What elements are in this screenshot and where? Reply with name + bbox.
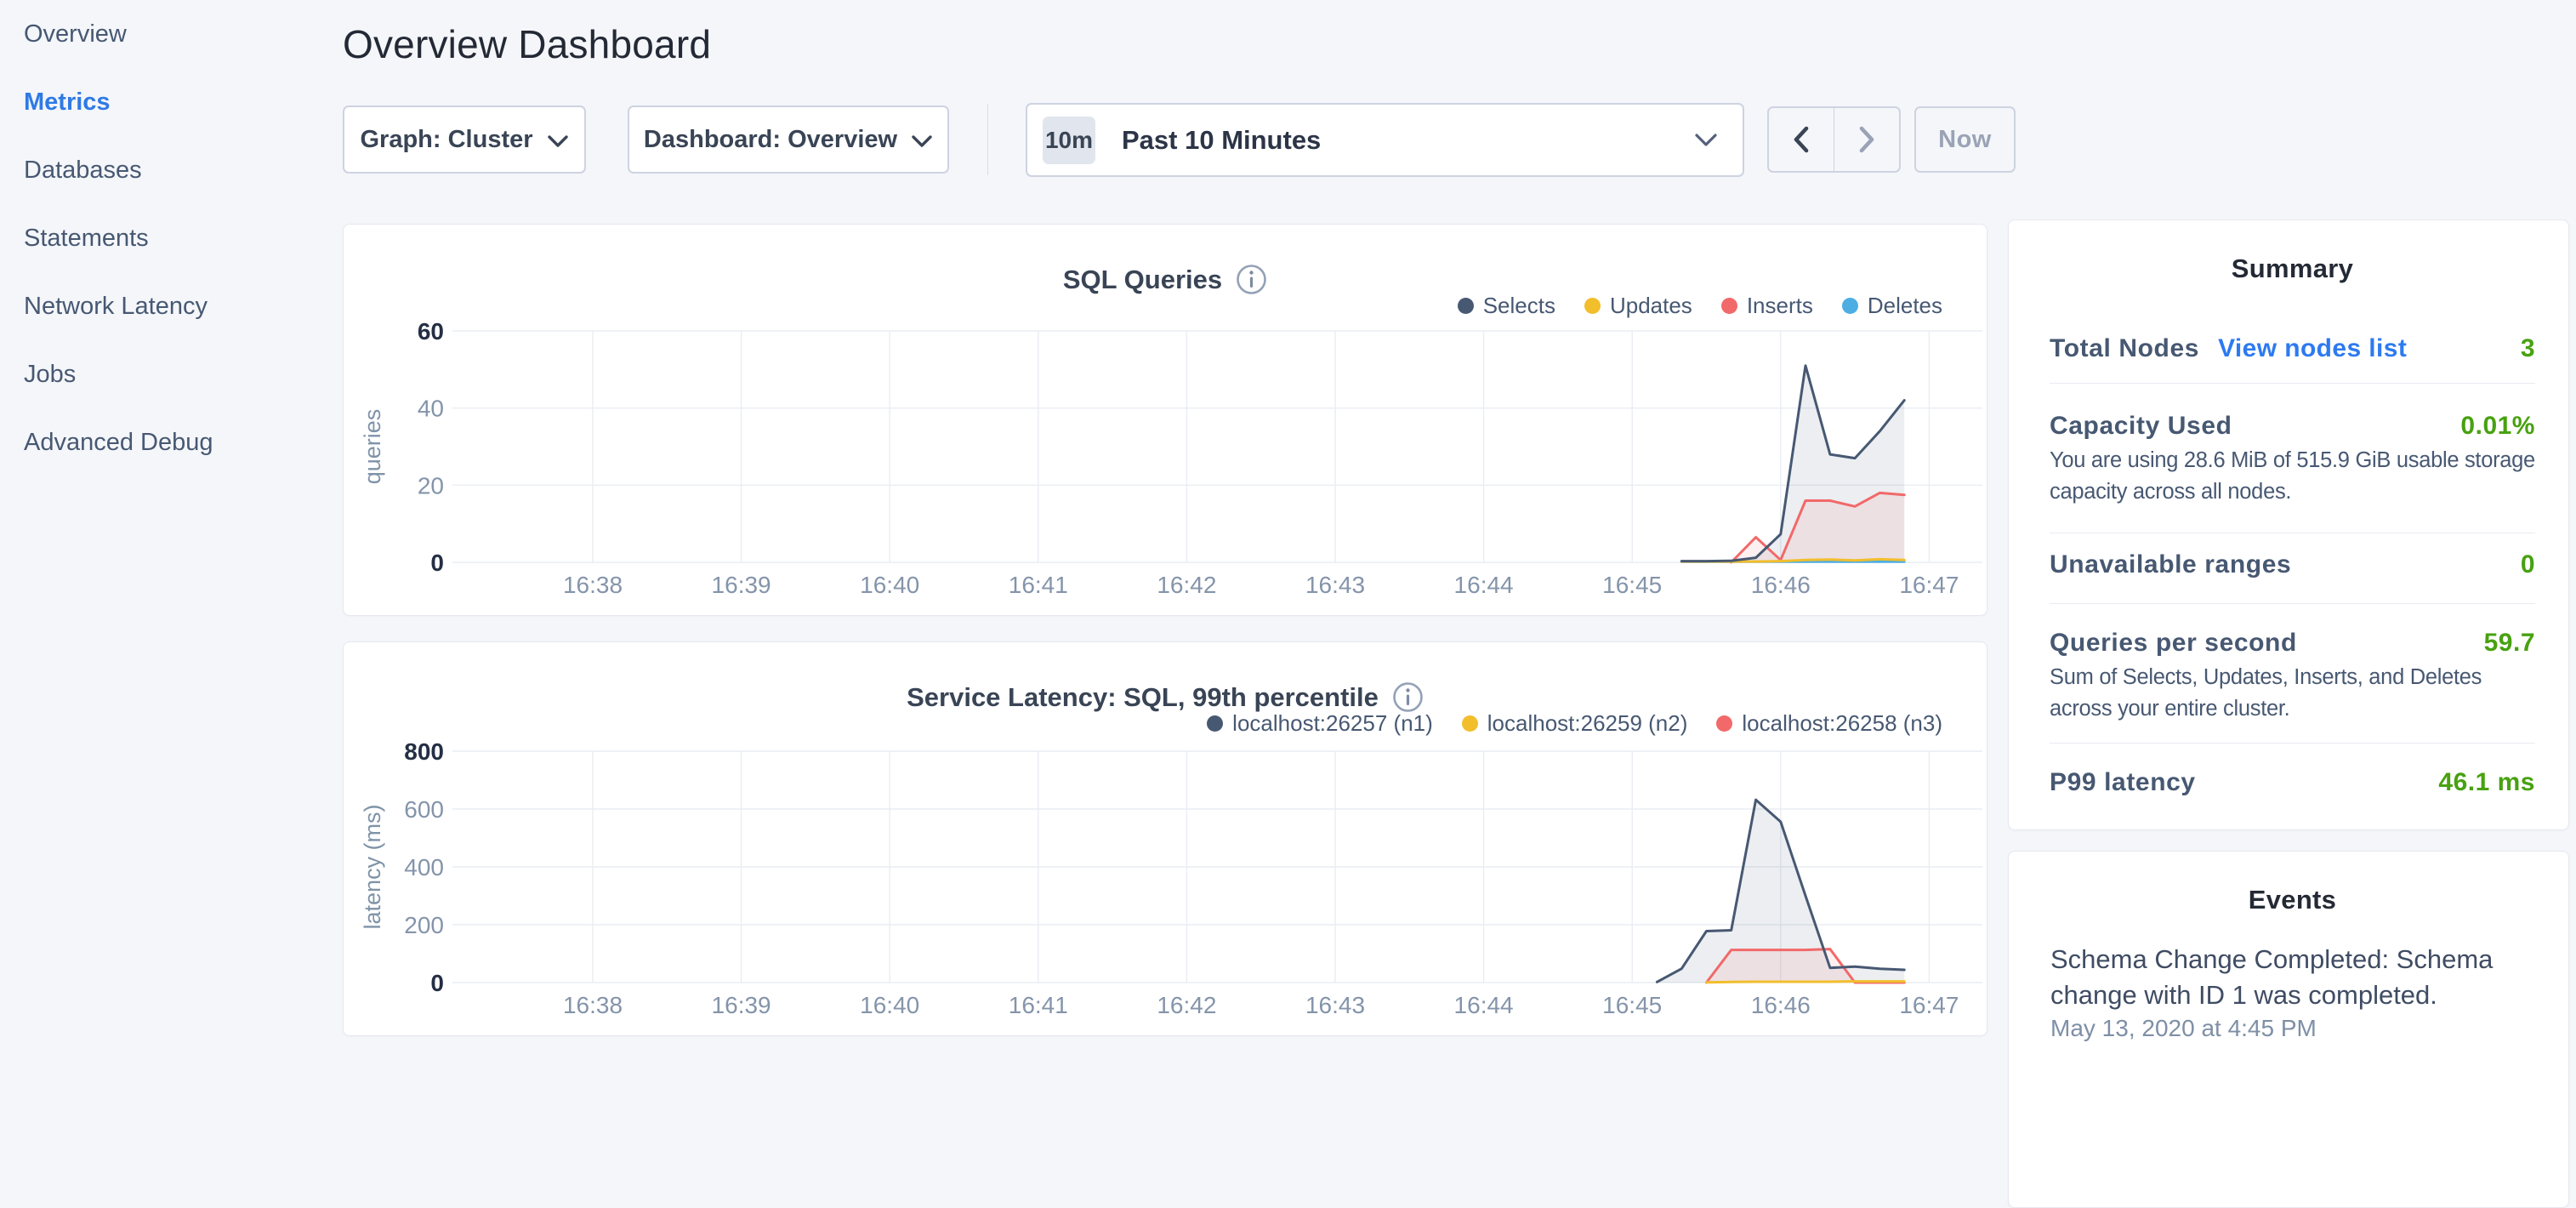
- svg-text:latency (ms): latency (ms): [360, 804, 385, 929]
- svg-text:400: 400: [404, 854, 444, 880]
- service-latency-plot: 0 200 400 600 800 16:38 16:39 16:40 16:41 16:42 16…: [344, 642, 1988, 1037]
- svg-text:60: 60: [418, 318, 444, 345]
- svg-text:16:46: 16:46: [1751, 572, 1811, 598]
- sidebar-item-network-latency[interactable]: Network Latency: [0, 272, 343, 340]
- sidebar-item-databases[interactable]: Databases: [0, 136, 343, 204]
- svg-text:16:41: 16:41: [1009, 992, 1068, 1018]
- svg-text:20: 20: [418, 472, 444, 499]
- svg-text:16:44: 16:44: [1454, 572, 1514, 598]
- svg-text:16:40: 16:40: [860, 572, 919, 598]
- main-content: Overview Dashboard Graph: Cluster Dashbo…: [343, 0, 1987, 1051]
- chevron-down-icon: [911, 134, 933, 148]
- svg-text:16:41: 16:41: [1009, 572, 1068, 598]
- svg-text:16:38: 16:38: [563, 572, 623, 598]
- summary-title: Summary: [2050, 220, 2535, 285]
- svg-text:queries: queries: [360, 409, 385, 485]
- dashboard-dropdown-label: Dashboard: Overview: [644, 126, 897, 154]
- events-list: Schema Change Completed: Schema change w…: [2050, 916, 2534, 1044]
- chevron-down-icon: [1693, 132, 1719, 149]
- summary-row-value: 59.7: [2484, 627, 2535, 659]
- chevron-right-icon: [1858, 126, 1875, 153]
- summary-panel: Summary Total Nodes View nodes list 3 Capac…: [2008, 219, 2569, 830]
- svg-text:200: 200: [404, 912, 444, 938]
- svg-text:16:46: 16:46: [1751, 992, 1811, 1018]
- svg-text:16:45: 16:45: [1602, 572, 1662, 598]
- summary-row-description: You are using 28.6 MiB of 515.9 GiB usab…: [2050, 445, 2535, 508]
- summary-row-value: 0.01%: [2460, 410, 2535, 442]
- event-item[interactable]: Schema Change Completed: Schema change w…: [2050, 916, 2534, 1044]
- svg-text:800: 800: [404, 738, 444, 765]
- svg-text:16:43: 16:43: [1305, 992, 1365, 1018]
- summary-row-head: Queries per second 59.7: [2050, 627, 2535, 659]
- svg-text:16:47: 16:47: [1899, 572, 1959, 598]
- dashboard-dropdown[interactable]: Dashboard: Overview: [628, 105, 949, 174]
- svg-text:16:42: 16:42: [1157, 572, 1216, 598]
- previous-timespan-button[interactable]: [1769, 108, 1834, 171]
- next-timespan-button[interactable]: [1834, 108, 1900, 171]
- summary-row: P99 latency 46.1 ms: [2050, 744, 2535, 799]
- time-range-label: Past 10 Minutes: [1122, 125, 1321, 156]
- svg-text:16:45: 16:45: [1602, 992, 1662, 1018]
- summary-row-label: Unavailable ranges: [2050, 549, 2291, 581]
- toolbar-divider: [987, 104, 988, 175]
- sidebar-item-overview[interactable]: Overview: [0, 0, 343, 68]
- summary-row-label: Queries per second: [2050, 627, 2297, 659]
- time-step-buttons: [1767, 106, 1901, 173]
- now-button[interactable]: Now: [1914, 106, 2016, 173]
- summary-row-value: 46.1 ms: [2438, 766, 2535, 799]
- sidebar-item-statements[interactable]: Statements: [0, 204, 343, 272]
- sidebar: OverviewMetricsDatabasesStatementsNetwor…: [0, 0, 343, 1051]
- summary-row-label: Total Nodes: [2050, 333, 2199, 365]
- summary-row: Queries per second 59.7Sum of Selects, Up…: [2050, 604, 2535, 744]
- svg-text:16:40: 16:40: [860, 992, 919, 1018]
- chevron-left-icon: [1793, 126, 1810, 153]
- svg-text:0: 0: [430, 550, 444, 576]
- summary-row-label: Capacity Used: [2050, 410, 2232, 442]
- service-latency-chart-card: Service Latency: SQL, 99th percentile lo…: [343, 641, 1987, 1036]
- svg-text:16:39: 16:39: [712, 992, 771, 1018]
- graph-dropdown[interactable]: Graph: Cluster: [343, 105, 586, 174]
- time-range-selector[interactable]: 10m Past 10 Minutes: [1026, 103, 1744, 177]
- svg-text:0: 0: [430, 970, 444, 996]
- summary-row-label: P99 latency: [2050, 766, 2196, 799]
- svg-text:40: 40: [418, 396, 444, 422]
- summary-rows: Total Nodes View nodes list 3 Capacity Used…: [2050, 285, 2535, 799]
- toolbar: Graph: Cluster Dashboard: Overview 10m P…: [343, 0, 2576, 183]
- sql-queries-chart-card: SQL Queries SelectsUpdatesInsertsDeletes…: [343, 224, 1987, 616]
- svg-text:16:44: 16:44: [1454, 992, 1514, 1018]
- sidebar-item-advanced-debug[interactable]: Advanced Debug: [0, 408, 343, 476]
- time-range-badge: 10m: [1043, 117, 1095, 164]
- summary-row: Total Nodes View nodes list 3: [2050, 285, 2535, 384]
- svg-text:16:47: 16:47: [1899, 992, 1959, 1018]
- graph-dropdown-label: Graph: Cluster: [360, 126, 532, 154]
- summary-row-head: Capacity Used 0.01%: [2050, 410, 2535, 442]
- events-panel: Events Schema Change Completed: Schema c…: [2008, 851, 2569, 1208]
- svg-text:16:39: 16:39: [712, 572, 771, 598]
- event-message: Schema Change Completed: Schema change w…: [2050, 942, 2534, 1013]
- svg-text:600: 600: [404, 796, 444, 823]
- summary-row-head: Unavailable ranges 0: [2050, 549, 2535, 581]
- summary-row-description: Sum of Selects, Updates, Inserts, and De…: [2050, 662, 2535, 725]
- sidebar-item-jobs[interactable]: Jobs: [0, 340, 343, 408]
- chevron-down-icon: [547, 134, 569, 148]
- summary-row-value: 0: [2521, 549, 2535, 581]
- summary-row: Capacity Used 0.01%You are using 28.6 MiB…: [2050, 384, 2535, 533]
- summary-row-value: 3: [2521, 333, 2535, 365]
- svg-text:16:43: 16:43: [1305, 572, 1365, 598]
- view-nodes-list-link[interactable]: View nodes list: [2218, 333, 2407, 365]
- svg-text:16:38: 16:38: [563, 992, 623, 1018]
- event-timestamp: May 13, 2020 at 4:45 PM: [2050, 1013, 2534, 1044]
- summary-row: Unavailable ranges 0: [2050, 533, 2535, 604]
- sidebar-nav: OverviewMetricsDatabasesStatementsNetwor…: [0, 0, 343, 476]
- summary-row-head: P99 latency 46.1 ms: [2050, 766, 2535, 799]
- summary-row-head: Total Nodes View nodes list 3: [2050, 333, 2535, 365]
- sidebar-item-metrics[interactable]: Metrics: [0, 68, 343, 136]
- svg-text:16:42: 16:42: [1157, 992, 1216, 1018]
- events-title: Events: [2050, 852, 2534, 916]
- sql-queries-plot: 0 20 40 60 16:38 16:39 16:40 16:41 16:42 16:43 16:…: [344, 225, 1988, 617]
